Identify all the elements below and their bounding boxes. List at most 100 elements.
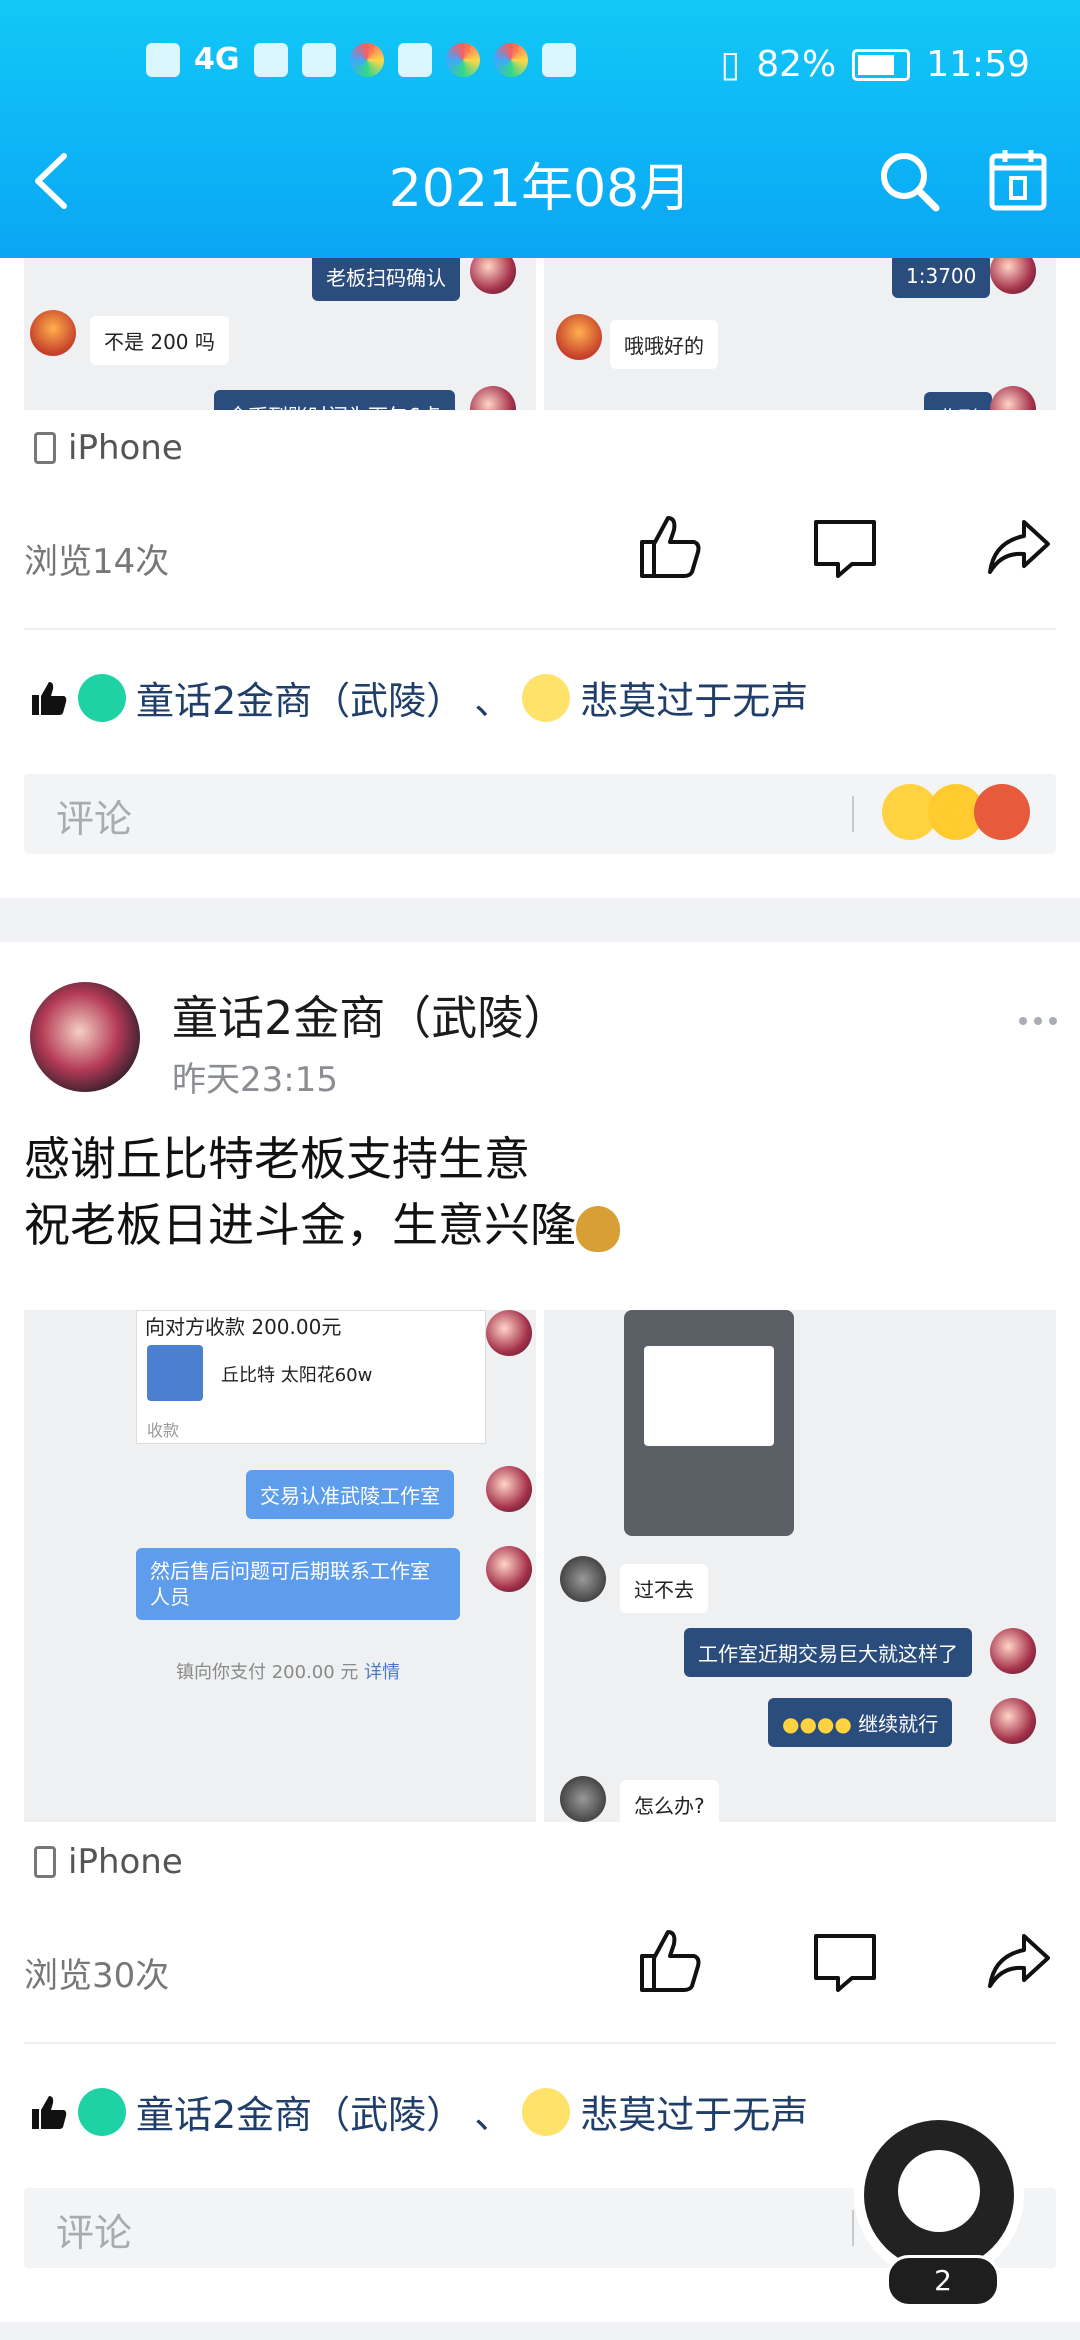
chat-bubble: 金币到账时间为下午6点 xyxy=(214,390,455,410)
chat-bubble: 然后售后问题可后期联系工作室人员 xyxy=(136,1548,460,1620)
post-image[interactable]: 1:3700 哦哦好的 收到 xyxy=(544,258,1056,410)
liker-name[interactable]: 童话2金商（武陵） xyxy=(136,2084,464,2139)
divider xyxy=(24,2042,1056,2044)
device-label: iPhone xyxy=(34,1842,183,1882)
floating-mascot-button[interactable] xyxy=(864,2120,1014,2270)
signal-icon xyxy=(253,42,288,77)
payment-note: 镇向你支付 200.00 元 详情 xyxy=(176,1662,401,1683)
post-text-line: 感谢丘比特老板支持生意 xyxy=(24,1132,530,1186)
clock: 11:59 xyxy=(926,44,1030,85)
chat-bubble: 不是 200 吗 xyxy=(90,316,229,365)
more-options-icon[interactable] xyxy=(1018,1016,1058,1026)
comment-icon[interactable] xyxy=(810,514,880,584)
vibrate-icon: ▯ xyxy=(720,44,741,85)
status-icons-left: 4G xyxy=(146,42,576,77)
chat-avatar xyxy=(470,386,516,410)
app-notification-icon xyxy=(493,42,528,77)
chat-bubble: 交易认准武陵工作室 xyxy=(246,1470,454,1519)
chat-avatar xyxy=(990,1698,1036,1744)
search-icon[interactable] xyxy=(878,150,942,214)
post-text: 感谢丘比特老板支持生意 祝老板日进斗金，生意兴隆 xyxy=(24,1126,620,1258)
phone-icon xyxy=(34,432,56,464)
status-bar: 4G ▯ 82% 11:59 xyxy=(0,30,1080,100)
likes-row: 童话2金商（武陵） 、 悲莫过于无声 xyxy=(30,670,808,725)
chat-avatar xyxy=(990,1628,1036,1674)
dialog-preview xyxy=(644,1346,774,1446)
chat-bubble: 工作室近期交易巨大就这样了 xyxy=(684,1628,972,1677)
post-image[interactable]: 向对方收款 200.00元 丘比特 太阳花60w 收款 交易认准武陵工作室 然后… xyxy=(24,1310,536,1822)
liker-separator: 、 xyxy=(474,679,513,723)
chat-avatar xyxy=(560,1556,606,1602)
calendar-icon[interactable] xyxy=(988,148,1048,212)
like-icon[interactable] xyxy=(636,1926,706,1996)
liker-name[interactable]: 悲莫过于无声 xyxy=(580,2084,808,2139)
like-icon[interactable] xyxy=(636,512,706,582)
chat-avatar xyxy=(486,1546,532,1592)
comment-icon[interactable] xyxy=(810,1928,880,1998)
author-name[interactable]: 童话2金商（武陵） xyxy=(172,982,569,1048)
post-text-line: 祝老板日进斗金，生意兴隆 xyxy=(24,1192,620,1258)
liked-thumb-icon xyxy=(32,681,67,715)
wifi-icon xyxy=(301,42,336,77)
comment-box[interactable]: 评论 xyxy=(24,774,1056,854)
emoji-row-icon: ●●●● xyxy=(782,1712,852,1736)
chat-bubble: 1:3700 xyxy=(892,258,991,298)
chat-avatar xyxy=(30,310,76,356)
battery-percent: 82% xyxy=(756,44,837,85)
user-badge-icon xyxy=(522,2087,571,2136)
chat-bubble: ●●●● 继续就行 xyxy=(768,1698,953,1747)
chat-avatar xyxy=(470,258,516,294)
battery-icon xyxy=(852,48,911,81)
hd-icon xyxy=(146,42,180,77)
mascot-badge-count[interactable]: 2 xyxy=(886,2255,1000,2307)
chat-bubble: 老板扫码确认 xyxy=(312,258,460,301)
transfer-footer: 收款 xyxy=(147,1421,180,1440)
title-bar: 2021年08月 xyxy=(0,130,1080,240)
transfer-card: 向对方收款 200.00元 丘比特 太阳花60w 收款 xyxy=(136,1310,486,1444)
liked-thumb-icon xyxy=(32,2095,67,2129)
alipay-icon xyxy=(541,42,576,77)
share-icon[interactable] xyxy=(984,1928,1054,1998)
chat-bubble: 过不去 xyxy=(620,1564,708,1613)
app-notification-icon xyxy=(349,42,384,77)
divider xyxy=(24,628,1056,630)
post-time: 昨天23:15 xyxy=(172,1060,338,1100)
transfer-title: 向对方收款 200.00元 xyxy=(145,1315,342,1339)
author-avatar[interactable] xyxy=(30,982,140,1092)
comment-placeholder: 评论 xyxy=(56,2211,133,2255)
transfer-icon xyxy=(147,1345,203,1401)
gift-emoji-icon[interactable] xyxy=(974,784,1030,840)
user-badge-icon xyxy=(522,673,571,722)
comment-divider xyxy=(852,796,854,832)
user-badge-icon xyxy=(78,673,126,722)
user-badge-icon xyxy=(78,2087,126,2136)
download-icon xyxy=(397,42,432,77)
post-image[interactable]: 过不去 工作室近期交易巨大就这样了 ●●●● 继续就行 怎么办? xyxy=(544,1310,1056,1822)
chat-bubble: 收到 xyxy=(924,392,992,410)
post-images: 老板扫码确认 不是 200 吗 金币到账时间为下午6点 1:3700 哦哦好的 … xyxy=(24,258,1056,410)
money-bag-icon xyxy=(576,1205,620,1252)
chat-avatar xyxy=(560,1776,606,1822)
phone-icon xyxy=(34,1846,56,1878)
post-image[interactable]: 老板扫码确认 不是 200 吗 金币到账时间为下午6点 xyxy=(24,258,536,410)
app-header: 4G ▯ 82% 11:59 2021年08月 xyxy=(0,0,1080,258)
mascot-face-icon xyxy=(898,2150,980,2232)
network-label: 4G xyxy=(194,42,240,77)
liker-separator: 、 xyxy=(474,2093,513,2137)
liker-name[interactable]: 悲莫过于无声 xyxy=(580,670,808,725)
liker-name[interactable]: 童话2金商（武陵） xyxy=(136,670,464,725)
view-count: 浏览14次 xyxy=(24,542,170,582)
likes-row: 童话2金商（武陵） 、 悲莫过于无声 xyxy=(30,2084,808,2139)
view-count: 浏览30次 xyxy=(24,1956,170,1996)
app-notification-icon xyxy=(445,42,480,77)
comment-placeholder: 评论 xyxy=(56,797,133,841)
chat-avatar xyxy=(990,258,1036,294)
chat-bubble: 怎么办? xyxy=(620,1780,719,1822)
share-icon[interactable] xyxy=(984,514,1054,584)
post-card: 老板扫码确认 不是 200 吗 金币到账时间为下午6点 1:3700 哦哦好的 … xyxy=(0,258,1080,898)
post-card: 童话2金商（武陵） 昨天23:15 感谢丘比特老板支持生意 祝老板日进斗金，生意… xyxy=(0,942,1080,2322)
status-icons-right: ▯ 82% 11:59 xyxy=(720,44,1030,85)
chat-avatar xyxy=(486,1466,532,1512)
transfer-name: 丘比特 太阳花60w xyxy=(221,1365,373,1386)
device-label: iPhone xyxy=(34,428,183,468)
